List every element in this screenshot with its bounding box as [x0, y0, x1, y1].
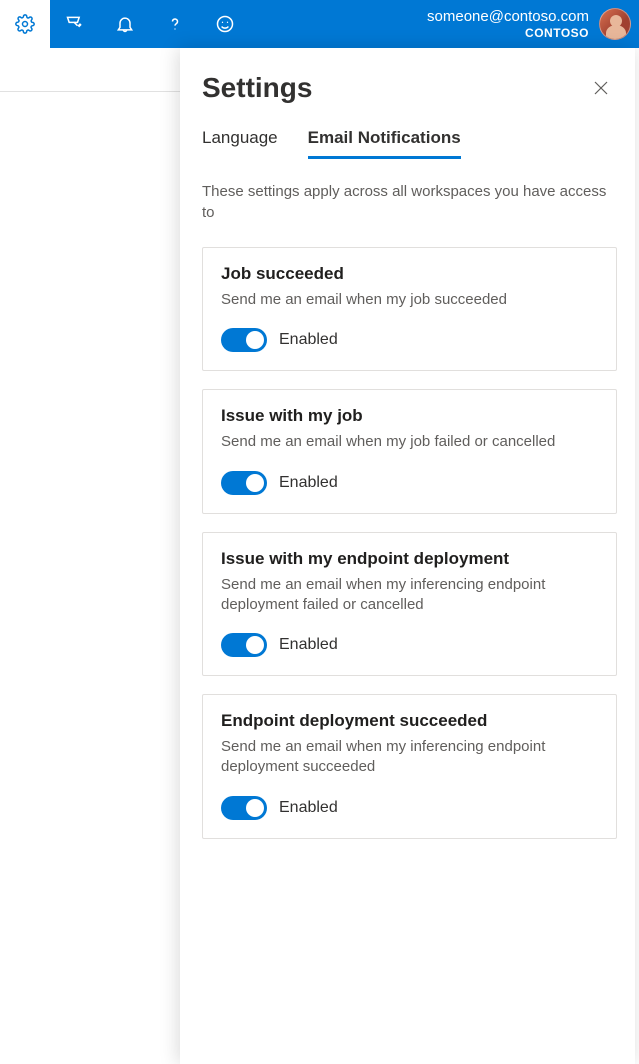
- card-description: Send me an email when my inferencing end…: [221, 737, 598, 778]
- card-title: Issue with my endpoint deployment: [221, 549, 598, 569]
- top-bar-left: [0, 0, 250, 48]
- card-issue-with-job: Issue with my job Send me an email when …: [202, 389, 617, 513]
- content-divider: [0, 48, 180, 92]
- top-bar-right: someone@contoso.com CONTOSO: [427, 8, 631, 40]
- top-bar: someone@contoso.com CONTOSO: [0, 0, 639, 48]
- user-info[interactable]: someone@contoso.com CONTOSO: [427, 8, 589, 40]
- help-icon[interactable]: [150, 0, 200, 48]
- user-email: someone@contoso.com: [427, 8, 589, 26]
- close-button[interactable]: [585, 72, 617, 104]
- settings-gear-icon[interactable]: [0, 0, 50, 48]
- panel-header: Settings: [202, 72, 617, 104]
- card-description: Send me an email when my inferencing end…: [221, 575, 598, 616]
- close-icon: [593, 80, 609, 96]
- panel-title: Settings: [202, 72, 312, 104]
- toggle-issue-endpoint[interactable]: [221, 633, 267, 657]
- notifications-bell-icon[interactable]: [100, 0, 150, 48]
- tab-email-notifications[interactable]: Email Notifications: [308, 122, 461, 159]
- card-issue-endpoint-deployment: Issue with my endpoint deployment Send m…: [202, 532, 617, 677]
- card-title: Endpoint deployment succeeded: [221, 711, 598, 731]
- toggle-label: Enabled: [279, 331, 338, 349]
- toggle-label: Enabled: [279, 799, 338, 817]
- tab-language[interactable]: Language: [202, 122, 278, 159]
- toggle-row: Enabled: [221, 328, 598, 352]
- user-org: CONTOSO: [525, 26, 589, 40]
- card-description: Send me an email when my job succeeded: [221, 290, 598, 310]
- toggle-row: Enabled: [221, 633, 598, 657]
- avatar[interactable]: [599, 8, 631, 40]
- card-title: Job succeeded: [221, 264, 598, 284]
- toggle-label: Enabled: [279, 474, 338, 492]
- panel-description: These settings apply across all workspac…: [202, 181, 617, 223]
- tabs: Language Email Notifications: [202, 122, 617, 159]
- card-description: Send me an email when my job failed or c…: [221, 432, 598, 452]
- toggle-row: Enabled: [221, 796, 598, 820]
- feedback-smiley-icon[interactable]: [200, 0, 250, 48]
- toggle-issue-with-job[interactable]: [221, 471, 267, 495]
- card-job-succeeded: Job succeeded Send me an email when my j…: [202, 247, 617, 371]
- toggle-job-succeeded[interactable]: [221, 328, 267, 352]
- card-endpoint-deployment-succeeded: Endpoint deployment succeeded Send me an…: [202, 694, 617, 839]
- settings-panel: Settings Language Email Notifications Th…: [180, 48, 635, 1064]
- card-title: Issue with my job: [221, 406, 598, 426]
- toggle-row: Enabled: [221, 471, 598, 495]
- diagnostics-icon[interactable]: [50, 0, 100, 48]
- toggle-endpoint-succeeded[interactable]: [221, 796, 267, 820]
- toggle-label: Enabled: [279, 636, 338, 654]
